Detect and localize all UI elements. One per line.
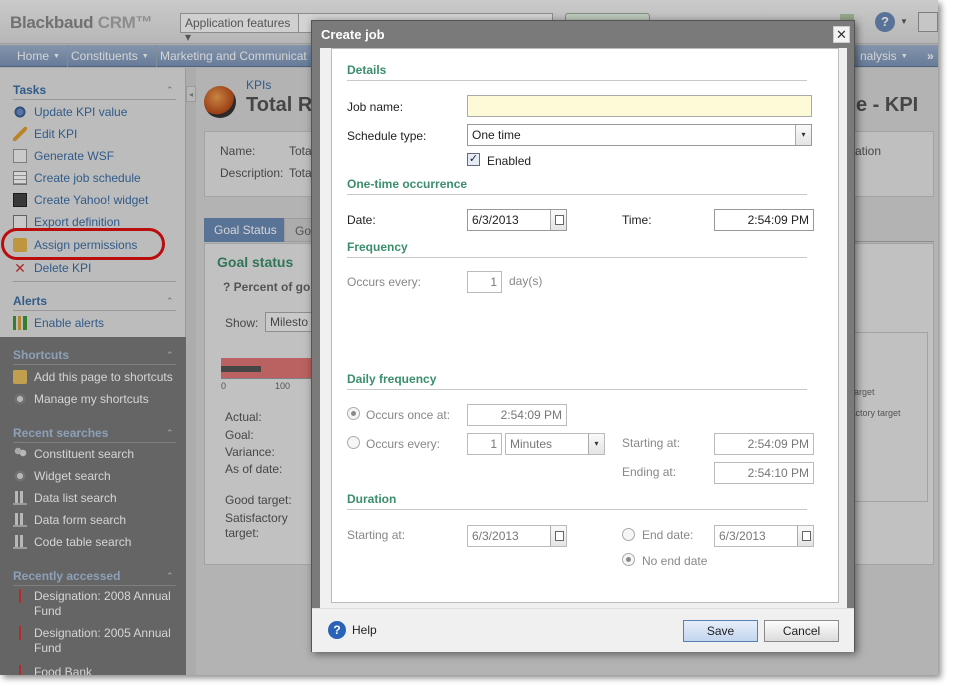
calendar-icon[interactable] <box>550 210 566 230</box>
dialog-footer: ? Help Save Cancel <box>312 608 854 652</box>
calendar-icon[interactable] <box>797 526 813 546</box>
end-date-radio[interactable] <box>622 528 635 541</box>
occurs-every-radio[interactable] <box>347 436 360 449</box>
enabled-label: Enabled <box>487 154 532 168</box>
occurs-every-input[interactable]: 1 <box>467 271 502 293</box>
no-end-date-radio[interactable] <box>622 553 635 566</box>
dialog-title: Create job <box>321 27 385 42</box>
save-button[interactable]: Save <box>683 620 758 642</box>
chevron-down-icon[interactable]: ▾ <box>588 434 604 454</box>
date-input[interactable]: 6/3/2013 <box>467 209 567 231</box>
duration-start-input[interactable]: 6/3/2013 <box>467 525 567 547</box>
close-icon: ✕ <box>836 27 847 42</box>
daily-every-label: Occurs every: <box>366 437 441 451</box>
schedule-type-label: Schedule type: <box>347 129 427 143</box>
starting-at-label: Starting at: <box>622 436 681 450</box>
frequency-section-header: Frequency <box>347 240 408 254</box>
close-button[interactable]: ✕ <box>833 26 850 43</box>
daily-every-unit-select[interactable]: Minutes ▾ <box>505 433 605 455</box>
date-value: 6/3/2013 <box>472 213 519 227</box>
chevron-down-icon[interactable]: ▾ <box>795 125 811 145</box>
job-name-input[interactable] <box>467 95 812 117</box>
daily-every-unit-value: Minutes <box>510 437 553 451</box>
help-link[interactable]: Help <box>352 623 377 637</box>
divider <box>347 257 807 258</box>
date-label: Date: <box>347 213 376 227</box>
divider <box>347 194 807 195</box>
one-time-section-header: One-time occurrence <box>347 177 468 191</box>
calendar-icon[interactable] <box>550 526 566 546</box>
create-job-dialog: Create job ✕ Details Job name: Schedule … <box>311 20 855 652</box>
divider <box>347 389 807 390</box>
duration-start-value: 6/3/2013 <box>472 529 519 543</box>
occurs-every-label: Occurs every: <box>347 275 422 289</box>
occurs-every-unit: day(s) <box>509 274 543 288</box>
occurs-once-radio[interactable] <box>347 407 360 420</box>
time-input[interactable]: 2:54:09 PM <box>714 209 814 231</box>
daily-frequency-section-header: Daily frequency <box>347 372 437 386</box>
ending-at-label: Ending at: <box>622 465 677 479</box>
daily-every-input[interactable]: 1 <box>467 433 502 455</box>
divider <box>347 509 807 510</box>
cancel-button[interactable]: Cancel <box>764 620 839 642</box>
schedule-type-select[interactable]: One time ▾ <box>467 124 812 146</box>
ending-at-input[interactable]: 2:54:10 PM <box>714 462 814 484</box>
duration-section-header: Duration <box>347 492 397 506</box>
time-label: Time: <box>622 213 652 227</box>
end-date-input[interactable]: 6/3/2013 <box>714 525 814 547</box>
divider <box>347 80 807 81</box>
end-date-value: 6/3/2013 <box>719 529 766 543</box>
starting-at-input[interactable]: 2:54:09 PM <box>714 433 814 455</box>
app-window: Blackbaud CRM™ Application features ▾ ? … <box>0 0 938 675</box>
schedule-type-value: One time <box>472 128 521 142</box>
end-date-label: End date: <box>642 528 694 542</box>
details-section-header: Details <box>347 63 387 77</box>
dialog-form: Details Job name: Schedule type: One tim… <box>331 48 839 603</box>
occurs-once-input[interactable]: 2:54:09 PM <box>467 404 567 426</box>
no-end-date-label: No end date <box>642 554 708 568</box>
duration-starting-label: Starting at: <box>347 528 406 542</box>
job-name-label: Job name: <box>347 100 404 114</box>
enabled-checkbox[interactable]: ✓ <box>467 153 480 166</box>
occurs-once-label: Occurs once at: <box>366 408 451 422</box>
help-icon[interactable]: ? <box>328 621 346 639</box>
